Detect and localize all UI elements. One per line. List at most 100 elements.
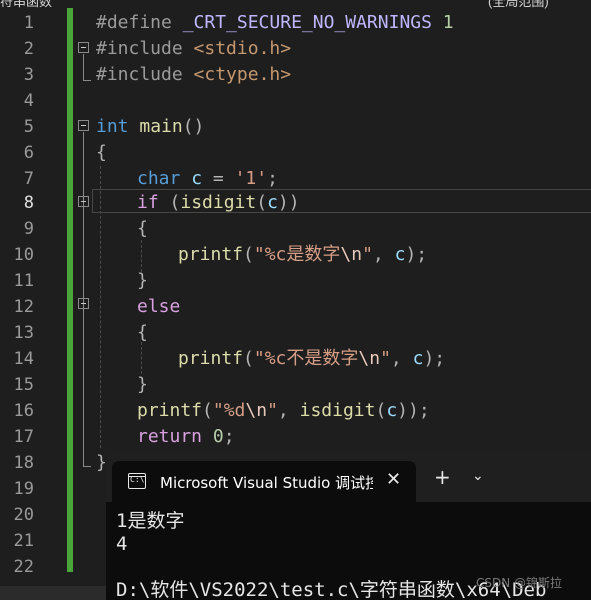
add-tab-icon[interactable]: + xyxy=(434,466,451,488)
punctuation: , xyxy=(372,244,384,265)
collapse-icon[interactable] xyxy=(78,42,89,53)
keyword-int: int xyxy=(96,116,129,137)
line-number: 16 xyxy=(13,401,34,421)
line-number: 22 xyxy=(13,557,34,577)
punctuation: ( xyxy=(256,192,268,213)
code-line-15[interactable]: } xyxy=(137,372,148,398)
line-number: 12 xyxy=(13,297,34,317)
line-number: 4 xyxy=(23,91,34,111)
code-line-2[interactable]: #include <stdio.h> xyxy=(96,36,291,62)
string-literal: " xyxy=(380,348,391,369)
line-number: 9 xyxy=(23,219,34,239)
code-line-11[interactable]: } xyxy=(137,268,148,294)
console-tab[interactable]: C:\ Microsoft Visual Studio 调试控制台 ✕ xyxy=(112,461,416,502)
code-line-6[interactable]: { xyxy=(96,140,107,166)
line-number: 10 xyxy=(13,245,34,265)
punctuation: , xyxy=(390,348,402,369)
terminal-icon-label: C:\ xyxy=(130,475,145,484)
char-literal: '1' xyxy=(234,168,268,189)
punctuation: ( xyxy=(243,244,254,265)
console-tab-bar: C:\ Microsoft Visual Studio 调试控制台 ✕ + ⌄ xyxy=(106,454,591,502)
file-scope-dropdown[interactable]: 符串函数 xyxy=(0,0,52,10)
punctuation: ( xyxy=(375,400,387,421)
punctuation: )); xyxy=(397,400,430,421)
open-brace: { xyxy=(137,322,148,343)
code-line-13[interactable]: { xyxy=(137,320,148,346)
preprocessor-directive: #define xyxy=(96,12,172,33)
line-number: 6 xyxy=(23,143,34,163)
code-line-9[interactable]: { xyxy=(137,216,148,242)
include-header: <stdio.h> xyxy=(193,38,292,59)
collapse-icon[interactable] xyxy=(78,196,89,207)
function-call: isdigit xyxy=(299,400,376,421)
fold-line xyxy=(83,54,84,80)
line-number-current: 8 xyxy=(23,193,34,213)
console-tab-title: Microsoft Visual Studio 调试控制台 xyxy=(160,474,373,492)
punctuation: ( xyxy=(202,400,213,421)
open-brace: { xyxy=(96,142,107,163)
preprocessor-directive: #include xyxy=(96,38,183,59)
top-toolbar-strip: 符串函数 (全局范围) xyxy=(0,0,591,10)
code-line-17[interactable]: return 0; xyxy=(137,424,235,450)
punctuation: ); xyxy=(405,244,428,265)
number-literal: 0 xyxy=(212,426,224,447)
keyword-char: char xyxy=(137,168,181,189)
string-literal: "%c不是数字 xyxy=(253,348,359,369)
code-line-12[interactable]: else xyxy=(137,294,180,320)
operator: = xyxy=(212,168,224,189)
function-name: main xyxy=(139,116,183,137)
line-number: 2 xyxy=(23,39,34,59)
collapse-icon[interactable] xyxy=(78,298,89,309)
line-number: 21 xyxy=(13,531,34,551)
line-number: 19 xyxy=(13,479,34,499)
line-number: 1 xyxy=(23,13,34,33)
code-line-3[interactable]: #include <ctype.h> xyxy=(96,62,291,88)
keyword-if: if xyxy=(137,192,159,213)
code-line-1[interactable]: #define _CRT_SECURE_NO_WARNINGS 1 xyxy=(96,10,454,36)
chevron-down-icon[interactable]: ⌄ xyxy=(472,468,484,484)
collapse-icon[interactable] xyxy=(78,120,89,131)
variable-c: c xyxy=(394,244,406,265)
variable-c: c xyxy=(191,168,203,189)
code-line-7[interactable]: char c = '1'; xyxy=(137,166,278,192)
line-number: 5 xyxy=(23,117,34,137)
console-output-line: 1是数字 xyxy=(116,510,185,532)
line-number: 14 xyxy=(13,349,34,369)
function-call: printf xyxy=(137,400,203,421)
line-number: 20 xyxy=(13,505,34,525)
escape-sequence: \n xyxy=(358,348,381,369)
variable-c: c xyxy=(386,400,398,421)
string-literal: " xyxy=(362,244,373,265)
line-number: 7 xyxy=(23,169,34,189)
code-line-16[interactable]: printf("%d\n", isdigit(c)); xyxy=(137,398,430,424)
string-literal: "%d xyxy=(212,400,246,421)
global-scope-dropdown[interactable]: (全局范围) xyxy=(488,0,549,10)
semicolon: ; xyxy=(267,168,278,189)
fold-end xyxy=(83,80,91,81)
string-literal: "%c是数字 xyxy=(253,244,341,265)
keyword-return: return xyxy=(137,426,203,447)
escape-sequence: \n xyxy=(340,244,363,265)
function-call: printf xyxy=(178,244,244,265)
code-line-8[interactable]: if (isdigit(c)) xyxy=(137,190,300,216)
macro-value: 1 xyxy=(442,12,454,33)
line-number: 18 xyxy=(13,453,34,473)
keyword-else: else xyxy=(137,296,181,317)
semicolon: ; xyxy=(223,426,235,447)
line-number: 17 xyxy=(13,427,34,447)
function-call: isdigit xyxy=(180,192,257,213)
variable-c: c xyxy=(412,348,424,369)
include-header: <ctype.h> xyxy=(193,64,292,85)
watermark: CSDN @锦斯拉 xyxy=(476,576,563,590)
fold-end xyxy=(83,466,91,467)
punctuation: , xyxy=(277,400,289,421)
punctuation: ); xyxy=(423,348,446,369)
indent-guide xyxy=(141,342,142,374)
code-line-14[interactable]: printf("%c不是数字\n", c); xyxy=(178,346,445,372)
close-brace: } xyxy=(137,374,148,395)
code-line-10[interactable]: printf("%c是数字\n", c); xyxy=(178,242,427,268)
close-icon[interactable]: ✕ xyxy=(386,469,401,490)
terminal-icon: C:\ xyxy=(128,473,146,489)
code-line-5[interactable]: int main() xyxy=(96,114,204,140)
punctuation: ( xyxy=(169,192,181,213)
